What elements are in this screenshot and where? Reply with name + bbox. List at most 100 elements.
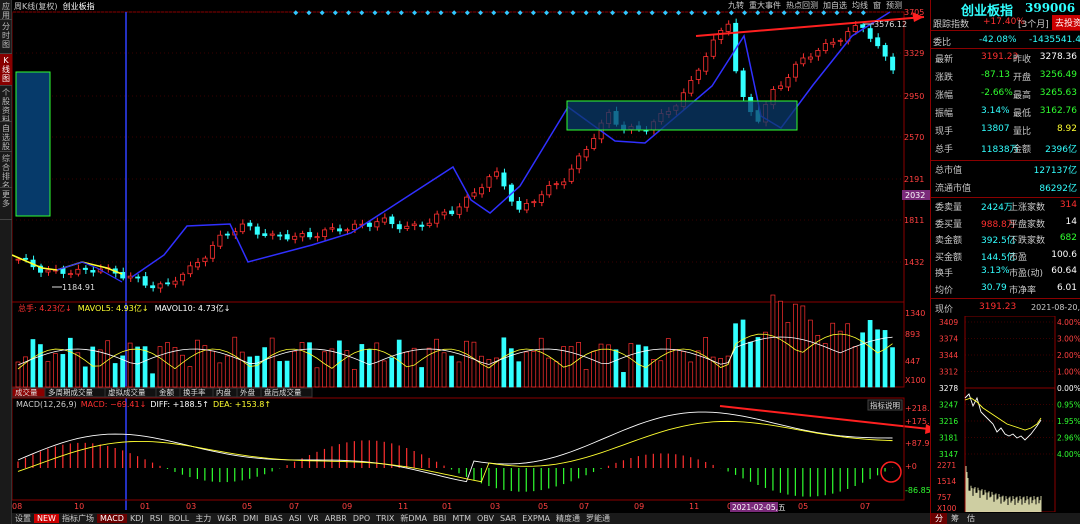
volume-bar [97, 349, 103, 388]
volume-tab-label[interactable]: 多周期成交量 [48, 387, 93, 397]
row-value2: 682 [1059, 233, 1077, 243]
indicator-tab[interactable]: ASI [286, 514, 305, 523]
row-value2: 8.92 [1056, 124, 1077, 134]
volume-bar [748, 341, 753, 388]
indicator-tab[interactable]: MACD [96, 514, 127, 523]
mini-tab[interactable]: 分 [931, 513, 947, 524]
candle-down [277, 234, 283, 237]
candle-up [464, 196, 470, 208]
volume-bar [471, 341, 477, 388]
indicator-tab[interactable]: KDJ [127, 514, 147, 523]
row-label: 换手 [935, 269, 954, 279]
candle-down [142, 276, 148, 286]
x-axis-label: 08 [12, 502, 22, 511]
volume-bar [755, 337, 761, 388]
indicator-tab[interactable]: 指标广场 [59, 513, 97, 524]
volume-bar [90, 346, 96, 388]
candle-down [366, 222, 372, 227]
volume-tab-label[interactable]: 外盘 [240, 387, 255, 397]
volume-bar [277, 361, 282, 388]
indicator-tab[interactable]: RSI [147, 514, 166, 523]
volume-bar [508, 348, 514, 388]
side-tab[interactable]: 应用 [0, 0, 12, 20]
indicator-help-label[interactable]: 指标说明 [870, 400, 900, 410]
side-tab[interactable]: 自选股 [0, 122, 12, 152]
indicator-tab[interactable]: OBV [474, 514, 497, 523]
indicator-tab[interactable]: 设置 [12, 513, 34, 524]
side-tab[interactable]: 综合排名 [0, 152, 12, 188]
volume-tab-label[interactable]: 内盘 [216, 387, 231, 397]
volume-tab-label[interactable]: 虚拟成交量 [108, 387, 146, 397]
dea-line [17, 420, 893, 483]
volume-tab-label[interactable]: 成交量 [15, 387, 38, 397]
intraday-mini-chart[interactable]: 3409 4.00% 3374 3.00% 3344 2.00% 3312 1.00% 3278… [931, 316, 1080, 512]
invest-button[interactable]: 去投资 [1052, 15, 1080, 30]
indicator-tab[interactable]: NEW [34, 514, 59, 523]
volume-bar [404, 351, 410, 388]
mini-tab[interactable]: 筹 [947, 513, 963, 524]
indicator-tab[interactable]: DMI [240, 514, 261, 523]
highlight-circle [880, 461, 902, 483]
mini-date: 2021-08-20,五 [1031, 303, 1080, 312]
indicator-tab[interactable]: TRIX [373, 514, 397, 523]
volume-bar [875, 329, 880, 388]
macd-legend-item: DEA: +153.8↑ [213, 400, 271, 409]
volume-tab-label[interactable]: 换手率 [183, 387, 206, 397]
mini-right-tick: 1.95% [1057, 417, 1080, 426]
candle-down [449, 210, 455, 215]
row-label2: 市盈 [1009, 252, 1028, 263]
indicator-tab[interactable]: ARBR [322, 514, 350, 523]
indicator-tab[interactable]: 主力 [192, 513, 214, 524]
side-tab[interactable]: 分时图 [0, 20, 12, 54]
indicator-tab[interactable]: 新DMA [397, 513, 430, 524]
indicator-tab[interactable]: 罗能通 [583, 513, 613, 524]
volume-bar [695, 350, 701, 388]
volume-bar [621, 372, 626, 388]
volume-bar [53, 353, 58, 388]
volume-bar [389, 357, 395, 388]
candle-down [82, 267, 88, 270]
mini-vol-tick: X100 [937, 504, 957, 512]
volume-bar [598, 343, 604, 388]
price-tick-label: 2191 [904, 175, 924, 184]
indicator-tab[interactable]: MTM [449, 514, 474, 523]
side-tab[interactable]: 更多 [0, 188, 12, 220]
x-axis-label: 03 [490, 502, 500, 511]
volume-bar [830, 322, 836, 388]
macd-tick-label: +175.1 [905, 417, 930, 426]
candle-up [187, 265, 193, 275]
volume-bar [60, 354, 66, 388]
candle-up [486, 176, 492, 188]
consolidation-box [566, 100, 798, 131]
indicator-tab[interactable]: EXPMA [519, 514, 553, 523]
indicator-tab[interactable]: DPO [350, 514, 373, 523]
divider [931, 197, 1080, 198]
side-tab[interactable]: K线图 [0, 54, 12, 86]
indicator-tab[interactable]: BOLL [166, 514, 193, 523]
indicator-tab[interactable]: BIAS [261, 514, 285, 523]
side-tab[interactable]: 个股资料 [0, 86, 12, 122]
row-value: -87.13 [981, 70, 1011, 80]
indicator-tab[interactable]: SAR [497, 514, 519, 523]
candle-down [740, 70, 746, 97]
mini-tab[interactable]: 估 [963, 513, 979, 524]
volume-tab-label[interactable]: 金额 [159, 387, 174, 397]
row-label2: 市净率 [1009, 285, 1037, 296]
low-price-annotation: 1184.91 [62, 283, 95, 292]
candle-up [568, 168, 574, 182]
indicator-tab[interactable]: 精度通 [553, 513, 583, 524]
indicator-tab[interactable]: VR [305, 514, 322, 523]
main-chart-svg[interactable]: 370533292950257021911811143220321184.913… [12, 0, 930, 524]
indicator-tab[interactable]: W&R [214, 514, 240, 523]
divider [931, 298, 1080, 299]
volume-tab-label[interactable]: 盘后成交量 [264, 387, 302, 397]
volume-bar [770, 294, 776, 388]
weibi-pct: -42.08% [979, 35, 1017, 45]
volume-bar [665, 338, 671, 388]
candle-down [860, 24, 866, 28]
candle-up [351, 223, 357, 230]
candle-down [516, 200, 522, 210]
indicator-tab[interactable]: BBI [430, 514, 449, 523]
volume-legend-item: MAVOL5: 4.93亿↓ [78, 303, 149, 313]
volume-bar [142, 346, 148, 388]
